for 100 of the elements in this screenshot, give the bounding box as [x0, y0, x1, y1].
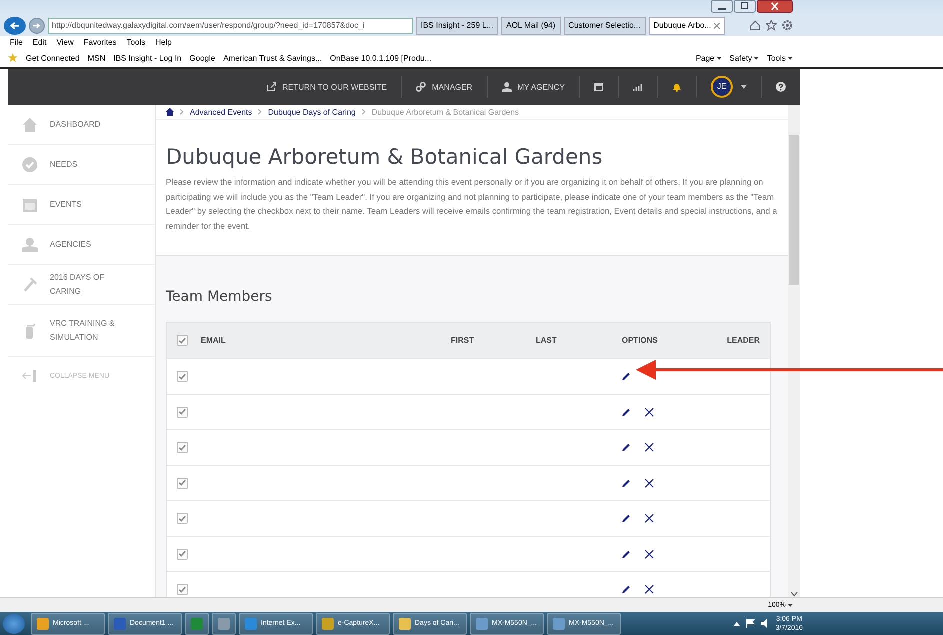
check-icon [179, 444, 186, 451]
delete-button[interactable] [645, 550, 654, 559]
column-header: LEADER [726, 336, 761, 346]
nav-link[interactable]: MANAGER [402, 76, 488, 98]
command-menu[interactable]: Page [696, 54, 722, 63]
browser-tab[interactable]: Dubuque Arbo... [648, 16, 726, 35]
sidebar-item[interactable]: VRC TRAINING & SIMULATION [8, 305, 155, 358]
delete-button[interactable] [645, 408, 654, 417]
star-icon[interactable] [766, 20, 777, 32]
sidebar-item[interactable]: NEEDS [8, 145, 155, 186]
browser-tab[interactable]: IBS Insight - 259 L... [416, 16, 498, 35]
chevron-icon [258, 109, 262, 116]
caret-icon [788, 604, 793, 607]
sidebar-item[interactable]: EVENTS [8, 185, 155, 226]
settings-icon[interactable] [782, 20, 793, 32]
column-header: FIRST [451, 336, 476, 346]
row-checkbox[interactable] [177, 478, 188, 489]
command-menu[interactable]: Tools [767, 54, 793, 63]
chevron-icon [180, 109, 184, 116]
edit-button[interactable] [622, 408, 631, 417]
check-icon [179, 586, 186, 593]
row-checkbox[interactable] [177, 442, 188, 454]
pencil-icon [622, 443, 631, 452]
home-icon [22, 116, 38, 133]
column-header: OPTIONS [622, 336, 660, 346]
help-icon[interactable] [776, 82, 786, 92]
pencil-icon [622, 408, 631, 417]
scroll-down-icon[interactable] [790, 592, 798, 598]
row-checkbox[interactable] [177, 513, 188, 524]
speaker-icon[interactable] [760, 619, 770, 628]
user-avatar[interactable]: JE [711, 76, 733, 98]
favorite-link[interactable]: OnBase 10.0.1.109 [Produ... [330, 54, 432, 63]
favorite-link[interactable]: Google [190, 54, 216, 63]
edit-button[interactable] [622, 372, 631, 382]
menu-item[interactable]: Edit [32, 38, 47, 48]
close-icon [645, 408, 654, 417]
row-checkbox[interactable] [177, 548, 188, 560]
caret-icon [716, 56, 722, 60]
breadcrumb-link[interactable]: Advanced Events [190, 108, 252, 117]
check-icon [179, 480, 186, 486]
gears-icon [416, 82, 426, 92]
delete-button[interactable] [645, 478, 654, 488]
address-field[interactable]: http://dbqunitedway.galaxydigital.com/aem/user/respond/group/?need_id=170857&doc_i [48, 18, 413, 34]
scrollbar[interactable] [788, 105, 800, 598]
pencil-icon [622, 478, 631, 488]
check-icon [179, 516, 186, 522]
edit-button[interactable] [622, 585, 631, 594]
bell-icon[interactable] [672, 82, 682, 92]
row-checkbox[interactable] [177, 371, 188, 382]
edit-button[interactable] [622, 514, 631, 524]
collapse-arrow-icon [22, 370, 38, 382]
edit-button[interactable] [622, 443, 631, 452]
command-menu[interactable]: Safety [730, 54, 760, 63]
menu-item[interactable]: Tools [126, 38, 146, 48]
close-icon [645, 550, 654, 559]
favorite-link[interactable]: IBS Insight - Log In [114, 54, 182, 63]
breadcrumb-link[interactable]: Dubuque Days of Caring [268, 108, 356, 117]
close-icon [645, 443, 654, 452]
favorite-link[interactable]: Get Connected [26, 54, 80, 63]
row-checkbox[interactable] [177, 335, 188, 346]
edit-button[interactable] [622, 550, 631, 559]
menu-item[interactable]: File [10, 38, 23, 48]
close-icon [645, 478, 654, 488]
tray-arrow-icon[interactable] [734, 622, 740, 626]
sidebar-item[interactable]: AGENCIES [8, 225, 155, 266]
favorite-link[interactable]: American Trust & Savings... [223, 54, 322, 63]
close-icon[interactable] [757, 0, 793, 13]
favorites-star-icon[interactable] [8, 53, 18, 64]
forward-button[interactable] [29, 18, 45, 34]
home-icon[interactable] [166, 108, 174, 116]
sidebar-item[interactable]: 2016 DAYS OF CARING [8, 265, 155, 306]
menu-item[interactable]: Help [155, 38, 172, 48]
browser-tab[interactable]: Customer Selectio... [564, 16, 646, 35]
delete-button[interactable] [645, 443, 654, 452]
row-checkbox[interactable] [177, 406, 188, 418]
chart-icon[interactable] [633, 82, 643, 92]
edit-button[interactable] [622, 478, 631, 488]
menu-item[interactable]: Favorites [84, 38, 117, 48]
forward-arrow-icon [33, 22, 41, 29]
back-button[interactable] [4, 16, 26, 35]
menu-item[interactable]: View [56, 38, 74, 48]
caret-icon[interactable] [741, 85, 747, 90]
pencil-icon [622, 514, 631, 524]
pencil-icon [622, 372, 631, 382]
restore-icon[interactable] [734, 0, 756, 13]
delete-button[interactable] [645, 514, 654, 524]
flag-icon[interactable] [746, 619, 755, 628]
browser-tab[interactable]: AOL Mail (94) [501, 16, 561, 35]
row-checkbox[interactable] [177, 584, 188, 596]
pencil-icon [622, 585, 631, 594]
favorite-link[interactable]: MSN [88, 54, 106, 63]
sidebar-item[interactable]: DASHBOARD [8, 105, 155, 146]
nav-link[interactable]: MY AGENCY [488, 76, 580, 98]
delete-button[interactable] [645, 585, 654, 594]
start-button[interactable] [3, 614, 25, 634]
chevron-icon [362, 109, 366, 116]
minimize-icon[interactable] [711, 0, 733, 13]
section-heading: Team Members [166, 289, 274, 306]
hammer-icon [22, 276, 38, 293]
nav-link[interactable]: RETURN TO OUR WEBSITE [252, 76, 402, 98]
